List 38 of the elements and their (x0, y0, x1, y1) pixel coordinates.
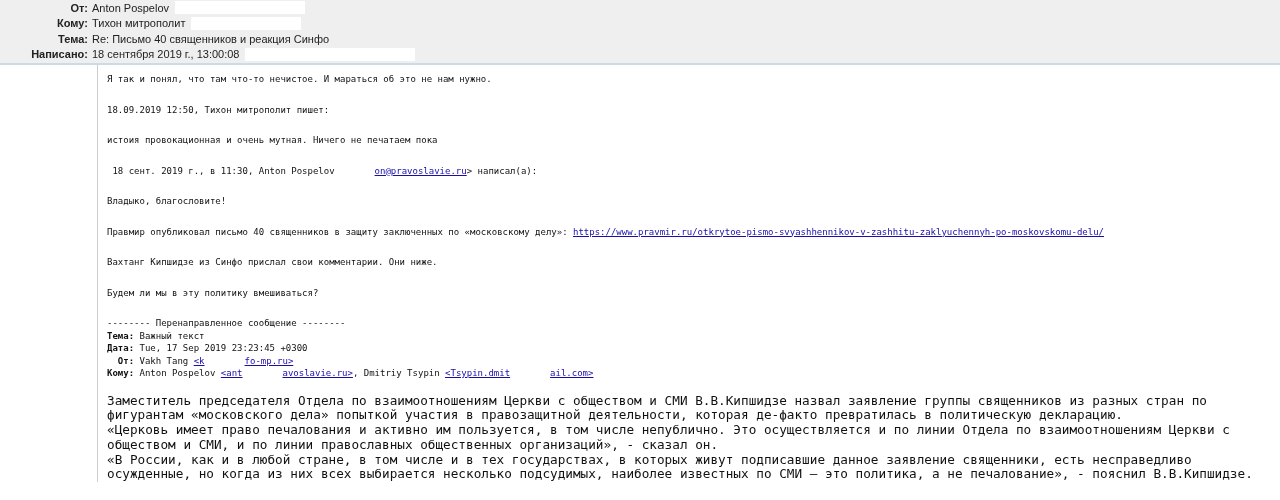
link[interactable]: fo-mp.ru> (244, 355, 294, 366)
field-value: Re: Письмо 40 священников и реакция Синфо (92, 32, 330, 45)
message-text: Правмир опубликовал письмо 40 священников в защиту заключенных по «московскому делу»: (107, 226, 569, 237)
message-text: 18.09.2019 12:50, Тихон митрополит пишет: (107, 104, 330, 115)
message-text: > написал(а): (466, 165, 538, 176)
message-text: Будем ли мы в эту политику вмешиваться? (107, 287, 319, 298)
link[interactable]: <ant (220, 368, 243, 378)
link[interactable]: <k (193, 355, 205, 366)
message-text: Я так и понял, что там что-то нечистое. И мараться об это не нам нужно. (107, 74, 492, 84)
message-text: Anton Pospelov (138, 368, 217, 378)
message-text: Владыко, благословите! (107, 196, 227, 206)
message-text: Вахтанг Кипшидзе из Синфо прислал свои комментарии. Они ниже. (107, 257, 438, 267)
article-paragraph: Заместитель председателя Отдела по взаимоотношениям Церкви с обществом и СМИ В.В.Кипшидзе назвал заявление группы священников из разных стран по фигурантам «московского дела» попыткой участия в правозащитной деятельности, которая де-факто превратилась в политическую декларацию. (107, 393, 1208, 424)
link[interactable]: <Tsypin.dmit (445, 368, 511, 378)
message-text: истоия провокационная и очень мутная. Ничего не печатаем пока (107, 135, 438, 145)
link[interactable]: avoslavie.ru> (282, 368, 353, 378)
field-label: Кому: (107, 368, 135, 378)
message-text: -------- Перенаправленное сообщение -------- (107, 318, 346, 328)
message-text: , Dmitriy Tsypin (352, 368, 441, 378)
field-label: Дата: (107, 343, 135, 353)
link[interactable]: https://www.pravmir.ru/otkrytoe-pismo-svyashhennikov-v-zashhitu-zaklyuchennyh-po-moskovskomu-delu/ (573, 226, 1104, 237)
link[interactable]: on@pravoslavie.ru (374, 165, 467, 176)
message-text: 18 сент. 2019 г., в 11:30, Anton Pospelov (111, 165, 335, 176)
field-label: Написано: (30, 48, 89, 61)
field-value: Anton Pospelov (92, 1, 170, 14)
field-value: 18 сентября 2019 г., 13:00:08 (92, 48, 240, 61)
message-text: Важный текст (138, 330, 205, 341)
message-text: Tue, 17 Sep 2019 23:23:45 +0300 (138, 343, 308, 353)
field-label: Тема: (57, 32, 89, 45)
article-paragraph: «В России, как и в любой стране, в том числе и в тех государствах, в которых живут подписавшие данное заявление священники, есть несправедливо осужденные, но когда из них всех выбирается несколько подсудимых, наиболее известных по СМИ – это политика, а не печалование», - пояснил В.В.Кипшидзе. (107, 452, 1254, 483)
link[interactable]: ail.com> (550, 368, 594, 378)
article-paragraph: «Церковь имеет право печалования и активно им пользуется, в том числе непублично. Это осуществляется и по линии Отдела по взаимоотношениям Церкви с обществом и СМИ, и по линии православных общественных организаций», - сказал он. (107, 423, 1231, 453)
message-text: Vakh Tang (138, 355, 190, 366)
field-value: Тихон митрополит (92, 17, 186, 30)
field-label: От: (69, 1, 89, 14)
field-label: Кому: (56, 17, 89, 30)
field-label: Тема: (107, 330, 135, 341)
field-label: От: (116, 355, 135, 366)
